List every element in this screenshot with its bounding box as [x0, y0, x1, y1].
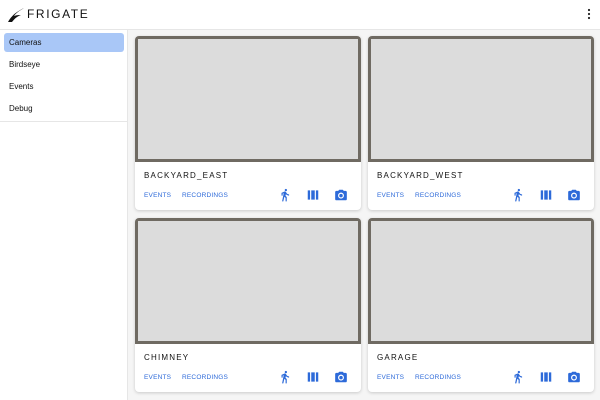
camera-icon[interactable]	[334, 188, 348, 202]
walking-person-icon[interactable]	[278, 188, 292, 202]
sidebar-item-birdseye[interactable]: Birdseye	[4, 55, 124, 74]
camera-thumbnail[interactable]	[135, 36, 361, 162]
sidebar: Cameras Birdseye Events Debug	[0, 30, 128, 400]
camera-icon[interactable]	[567, 188, 581, 202]
sidebar-item-debug[interactable]: Debug	[4, 99, 124, 118]
camera-card-backyard-west: BACKYARD_WEST EVENTS RECORDINGS	[368, 36, 594, 210]
app-title: FRIGATE	[27, 7, 90, 21]
frigate-app: FRIGATE Cameras Birdseye Events Debug BA…	[0, 0, 600, 400]
camera-thumbnail[interactable]	[368, 36, 594, 162]
more-vertical-icon[interactable]	[585, 6, 593, 22]
film-icon[interactable]	[306, 370, 320, 384]
sidebar-item-cameras[interactable]: Cameras	[4, 33, 124, 52]
camera-thumbnail[interactable]	[135, 218, 361, 344]
camera-icon[interactable]	[334, 370, 348, 384]
camera-name[interactable]: BACKYARD_WEST	[377, 171, 464, 180]
camera-name[interactable]: CHIMNEY	[144, 353, 189, 362]
events-link[interactable]: EVENTS	[377, 192, 404, 199]
frigate-logo-icon[interactable]	[6, 5, 26, 25]
camera-thumbnail[interactable]	[368, 218, 594, 344]
recordings-link[interactable]: RECORDINGS	[415, 374, 461, 381]
camera-card-garage: GARAGE EVENTS RECORDINGS	[368, 218, 594, 392]
film-icon[interactable]	[306, 188, 320, 202]
walking-person-icon[interactable]	[511, 188, 525, 202]
events-link[interactable]: EVENTS	[144, 192, 171, 199]
camera-card-chimney: CHIMNEY EVENTS RECORDINGS	[135, 218, 361, 392]
sidebar-divider	[0, 121, 128, 122]
camera-icon[interactable]	[567, 370, 581, 384]
events-link[interactable]: EVENTS	[377, 374, 404, 381]
sidebar-item-events[interactable]: Events	[4, 77, 124, 96]
walking-person-icon[interactable]	[511, 370, 525, 384]
recordings-link[interactable]: RECORDINGS	[182, 374, 228, 381]
walking-person-icon[interactable]	[278, 370, 292, 384]
camera-name[interactable]: GARAGE	[377, 353, 418, 362]
events-link[interactable]: EVENTS	[144, 374, 171, 381]
app-header: FRIGATE	[0, 0, 600, 30]
recordings-link[interactable]: RECORDINGS	[415, 192, 461, 199]
film-icon[interactable]	[539, 370, 553, 384]
film-icon[interactable]	[539, 188, 553, 202]
camera-card-backyard-east: BACKYARD_EAST EVENTS RECORDINGS	[135, 36, 361, 210]
camera-name[interactable]: BACKYARD_EAST	[144, 171, 228, 180]
recordings-link[interactable]: RECORDINGS	[182, 192, 228, 199]
